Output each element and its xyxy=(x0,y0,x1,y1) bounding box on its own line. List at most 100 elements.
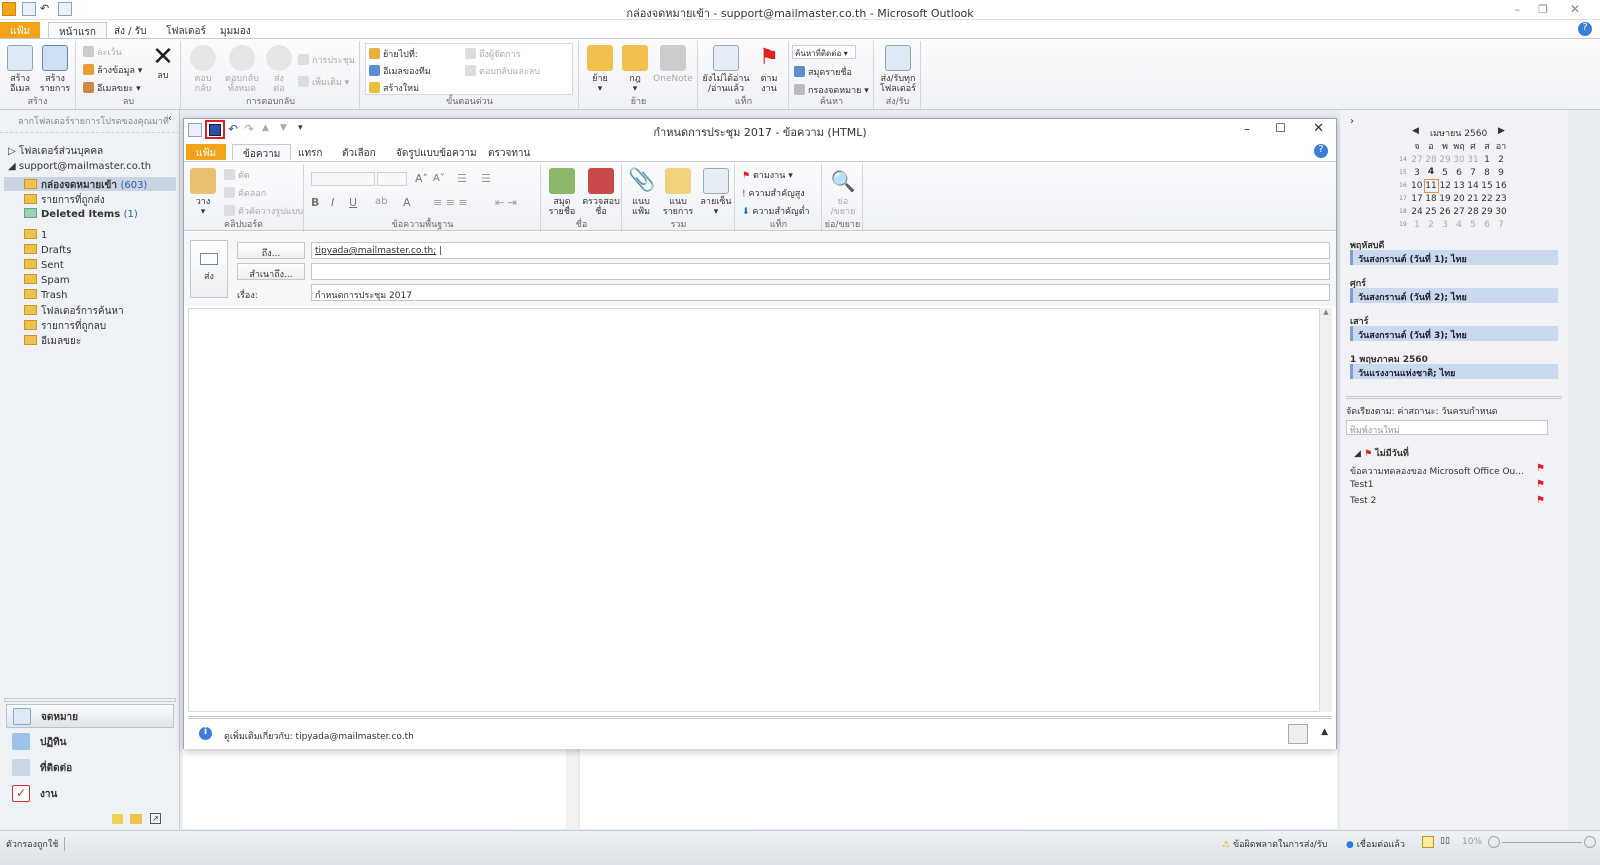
arrange-by[interactable]: จัดเรียงตาม: ค่าสถานะ: วันครบกำหนด xyxy=(1346,404,1498,418)
compose-maximize-button[interactable]: ☐ xyxy=(1275,121,1286,135)
attach-file-button[interactable]: 📎 แนบ แฟ้ม xyxy=(625,168,657,217)
copy-button[interactable]: คัดลอก xyxy=(224,186,266,200)
calendar-day[interactable]: 7 xyxy=(1466,166,1480,179)
forward-button[interactable]: ส่ง ต่อ xyxy=(266,45,292,94)
tab-view[interactable]: มุมมอง xyxy=(210,22,261,38)
more-button[interactable]: เพิ่มเติม ▾ xyxy=(298,75,349,89)
expand-people-pane-button[interactable]: ▲ xyxy=(1321,727,1328,737)
folder-deleted[interactable]: รายการที่ถูกลบ xyxy=(24,319,106,334)
calendar-day[interactable]: 14 xyxy=(1466,179,1480,192)
close-button[interactable]: ✕ xyxy=(1570,2,1580,16)
numbering-button[interactable]: ☰ xyxy=(481,172,491,185)
zoom-slider[interactable] xyxy=(1502,842,1582,843)
message-body[interactable] xyxy=(188,308,1320,712)
folder-deleted-items[interactable]: Deleted Items (1) xyxy=(24,208,138,220)
folder-inbox[interactable]: กล่องจดหมายเข้า (603) xyxy=(24,178,147,193)
compose-tab-file[interactable]: แฟ้ม xyxy=(186,144,227,160)
prev-month-button[interactable]: ◀ xyxy=(1412,126,1419,136)
calendar-day[interactable]: 20 xyxy=(1452,192,1466,205)
underline-button[interactable]: U xyxy=(349,196,357,209)
calendar-day[interactable]: 23 xyxy=(1494,192,1508,205)
shrink-font-button[interactable]: A˅ xyxy=(433,173,445,184)
maximize-button[interactable]: ❐ xyxy=(1538,3,1548,16)
calendar-day[interactable]: 28 xyxy=(1466,205,1480,218)
calendar-day[interactable]: 3 xyxy=(1410,166,1424,179)
nav-splitter[interactable] xyxy=(4,698,176,702)
tab-home[interactable]: หน้าแรก xyxy=(48,22,107,38)
reply-all-button[interactable]: ตอบกลับ ทั้งหมด xyxy=(222,45,262,94)
compose-minimize-button[interactable]: – xyxy=(1244,122,1250,136)
qs-reply-delete[interactable]: ตอบกลับและลบ xyxy=(465,64,540,78)
attach-item-button[interactable]: แนบ รายการ xyxy=(659,168,697,217)
compose-tab-format-text[interactable]: จัดรูปแบบข้อความ xyxy=(386,144,487,160)
bold-button[interactable]: B xyxy=(311,196,319,209)
italic-button[interactable]: I xyxy=(331,196,334,209)
calendar-day[interactable]: 1 xyxy=(1410,218,1424,231)
calendar-day[interactable]: 6 xyxy=(1452,166,1466,179)
rules-button[interactable]: กฎ ▾ xyxy=(620,45,650,94)
appointment[interactable]: วันสงกรานต์ (วันที่ 2); ไทย xyxy=(1350,288,1558,303)
ignore-button[interactable]: ละเว้น xyxy=(83,45,122,59)
follow-up-button[interactable]: ⚑ ตามงาน ▾ xyxy=(742,168,793,182)
expand-todo-button[interactable]: › xyxy=(1350,116,1354,127)
folder-junk[interactable]: อีเมลขยะ xyxy=(24,334,81,349)
contact-avatar[interactable] xyxy=(1288,724,1308,744)
minimize-button[interactable]: – xyxy=(1515,3,1521,16)
calendar-day[interactable]: 29 xyxy=(1480,205,1494,218)
align-buttons[interactable]: ≡ ≡ ≡ xyxy=(433,196,468,209)
grow-font-button[interactable]: A˄ xyxy=(415,172,428,185)
bullets-button[interactable]: ☰ xyxy=(457,172,467,185)
font-size-select[interactable] xyxy=(377,172,407,186)
calendar-day-today[interactable]: 11 xyxy=(1423,178,1439,193)
folder-drafts[interactable]: Drafts xyxy=(24,244,71,256)
calendar-day[interactable]: 18 xyxy=(1424,192,1438,205)
collapse-nav-button[interactable]: ‹ xyxy=(168,113,172,124)
delete-button[interactable]: ✕ ลบ xyxy=(149,43,177,81)
calendar-day[interactable]: 19 xyxy=(1438,192,1452,205)
normal-view-button[interactable] xyxy=(1422,836,1434,848)
folder-sent[interactable]: Sent xyxy=(24,259,64,271)
tab-file[interactable]: แฟ้ม xyxy=(0,22,41,38)
module-contacts[interactable]: ที่ติดต่อ xyxy=(6,756,174,780)
calendar-day[interactable]: 12 xyxy=(1438,179,1452,192)
module-tasks[interactable]: ✓ งาน xyxy=(6,782,174,806)
module-calendar[interactable]: ปฏิทิน xyxy=(6,730,174,754)
folder-spam[interactable]: Spam xyxy=(24,274,70,286)
calendar-day[interactable]: 10 xyxy=(1410,179,1424,192)
indent-buttons[interactable]: ⇤ ⇥ xyxy=(495,196,517,209)
folder-trash[interactable]: Trash xyxy=(24,289,67,301)
todo-splitter[interactable] xyxy=(1346,396,1562,399)
compose-tab-message[interactable]: ข้อความ xyxy=(232,144,292,160)
compose-close-button[interactable]: ✕ xyxy=(1313,121,1324,136)
calendar-day[interactable]: 8 xyxy=(1480,166,1494,179)
task-group-no-date[interactable]: ◢ ⚑ ไม่มีวันที่ xyxy=(1354,446,1409,460)
calendar-day[interactable]: 13 xyxy=(1452,179,1466,192)
task-flag-icon[interactable]: ⚑ xyxy=(1536,495,1545,506)
new-items-button[interactable]: สร้าง รายการ xyxy=(38,45,72,94)
signature-button[interactable]: ลายเซ็น ▾ xyxy=(699,168,733,217)
appointment[interactable]: วันแรงงานแห่งชาติ; ไทย xyxy=(1350,364,1558,379)
cc-field[interactable] xyxy=(311,263,1330,280)
calendar-day[interactable]: 17 xyxy=(1410,192,1424,205)
find-contact-input[interactable]: ค้นหาที่ติดต่อ ▾ xyxy=(792,45,856,59)
zoom-in-button[interactable] xyxy=(1584,836,1596,848)
calendar-day[interactable]: 7 xyxy=(1494,218,1508,231)
to-button[interactable]: ถึง... xyxy=(237,242,305,259)
address-book-button[interactable]: สมุด รายชื่อ xyxy=(544,168,580,217)
high-importance-button[interactable]: ! ความสำคัญสูง xyxy=(742,186,805,200)
qs-move-to[interactable]: ย้ายไปที่: xyxy=(369,47,418,61)
calendar-day[interactable]: 24 xyxy=(1410,205,1424,218)
calendar-day[interactable]: 27 xyxy=(1410,153,1424,166)
cut-button[interactable]: ตัด xyxy=(224,168,250,182)
help-icon[interactable]: ? xyxy=(1578,22,1592,36)
task-flag-icon[interactable]: ⚑ xyxy=(1536,463,1545,474)
paste-button[interactable]: วาง ▾ xyxy=(188,168,218,217)
next-month-button[interactable]: ▶ xyxy=(1498,126,1505,136)
new-email-button[interactable]: สร้าง อีเมล xyxy=(4,45,36,94)
calendar-day[interactable]: 28 xyxy=(1424,153,1438,166)
notes-icon[interactable] xyxy=(112,814,123,824)
task-item[interactable]: Test 2 xyxy=(1350,496,1376,506)
calendar-day[interactable]: 30 xyxy=(1494,205,1508,218)
calendar-day[interactable]: 22 xyxy=(1480,192,1494,205)
calendar-day[interactable]: 26 xyxy=(1438,205,1452,218)
